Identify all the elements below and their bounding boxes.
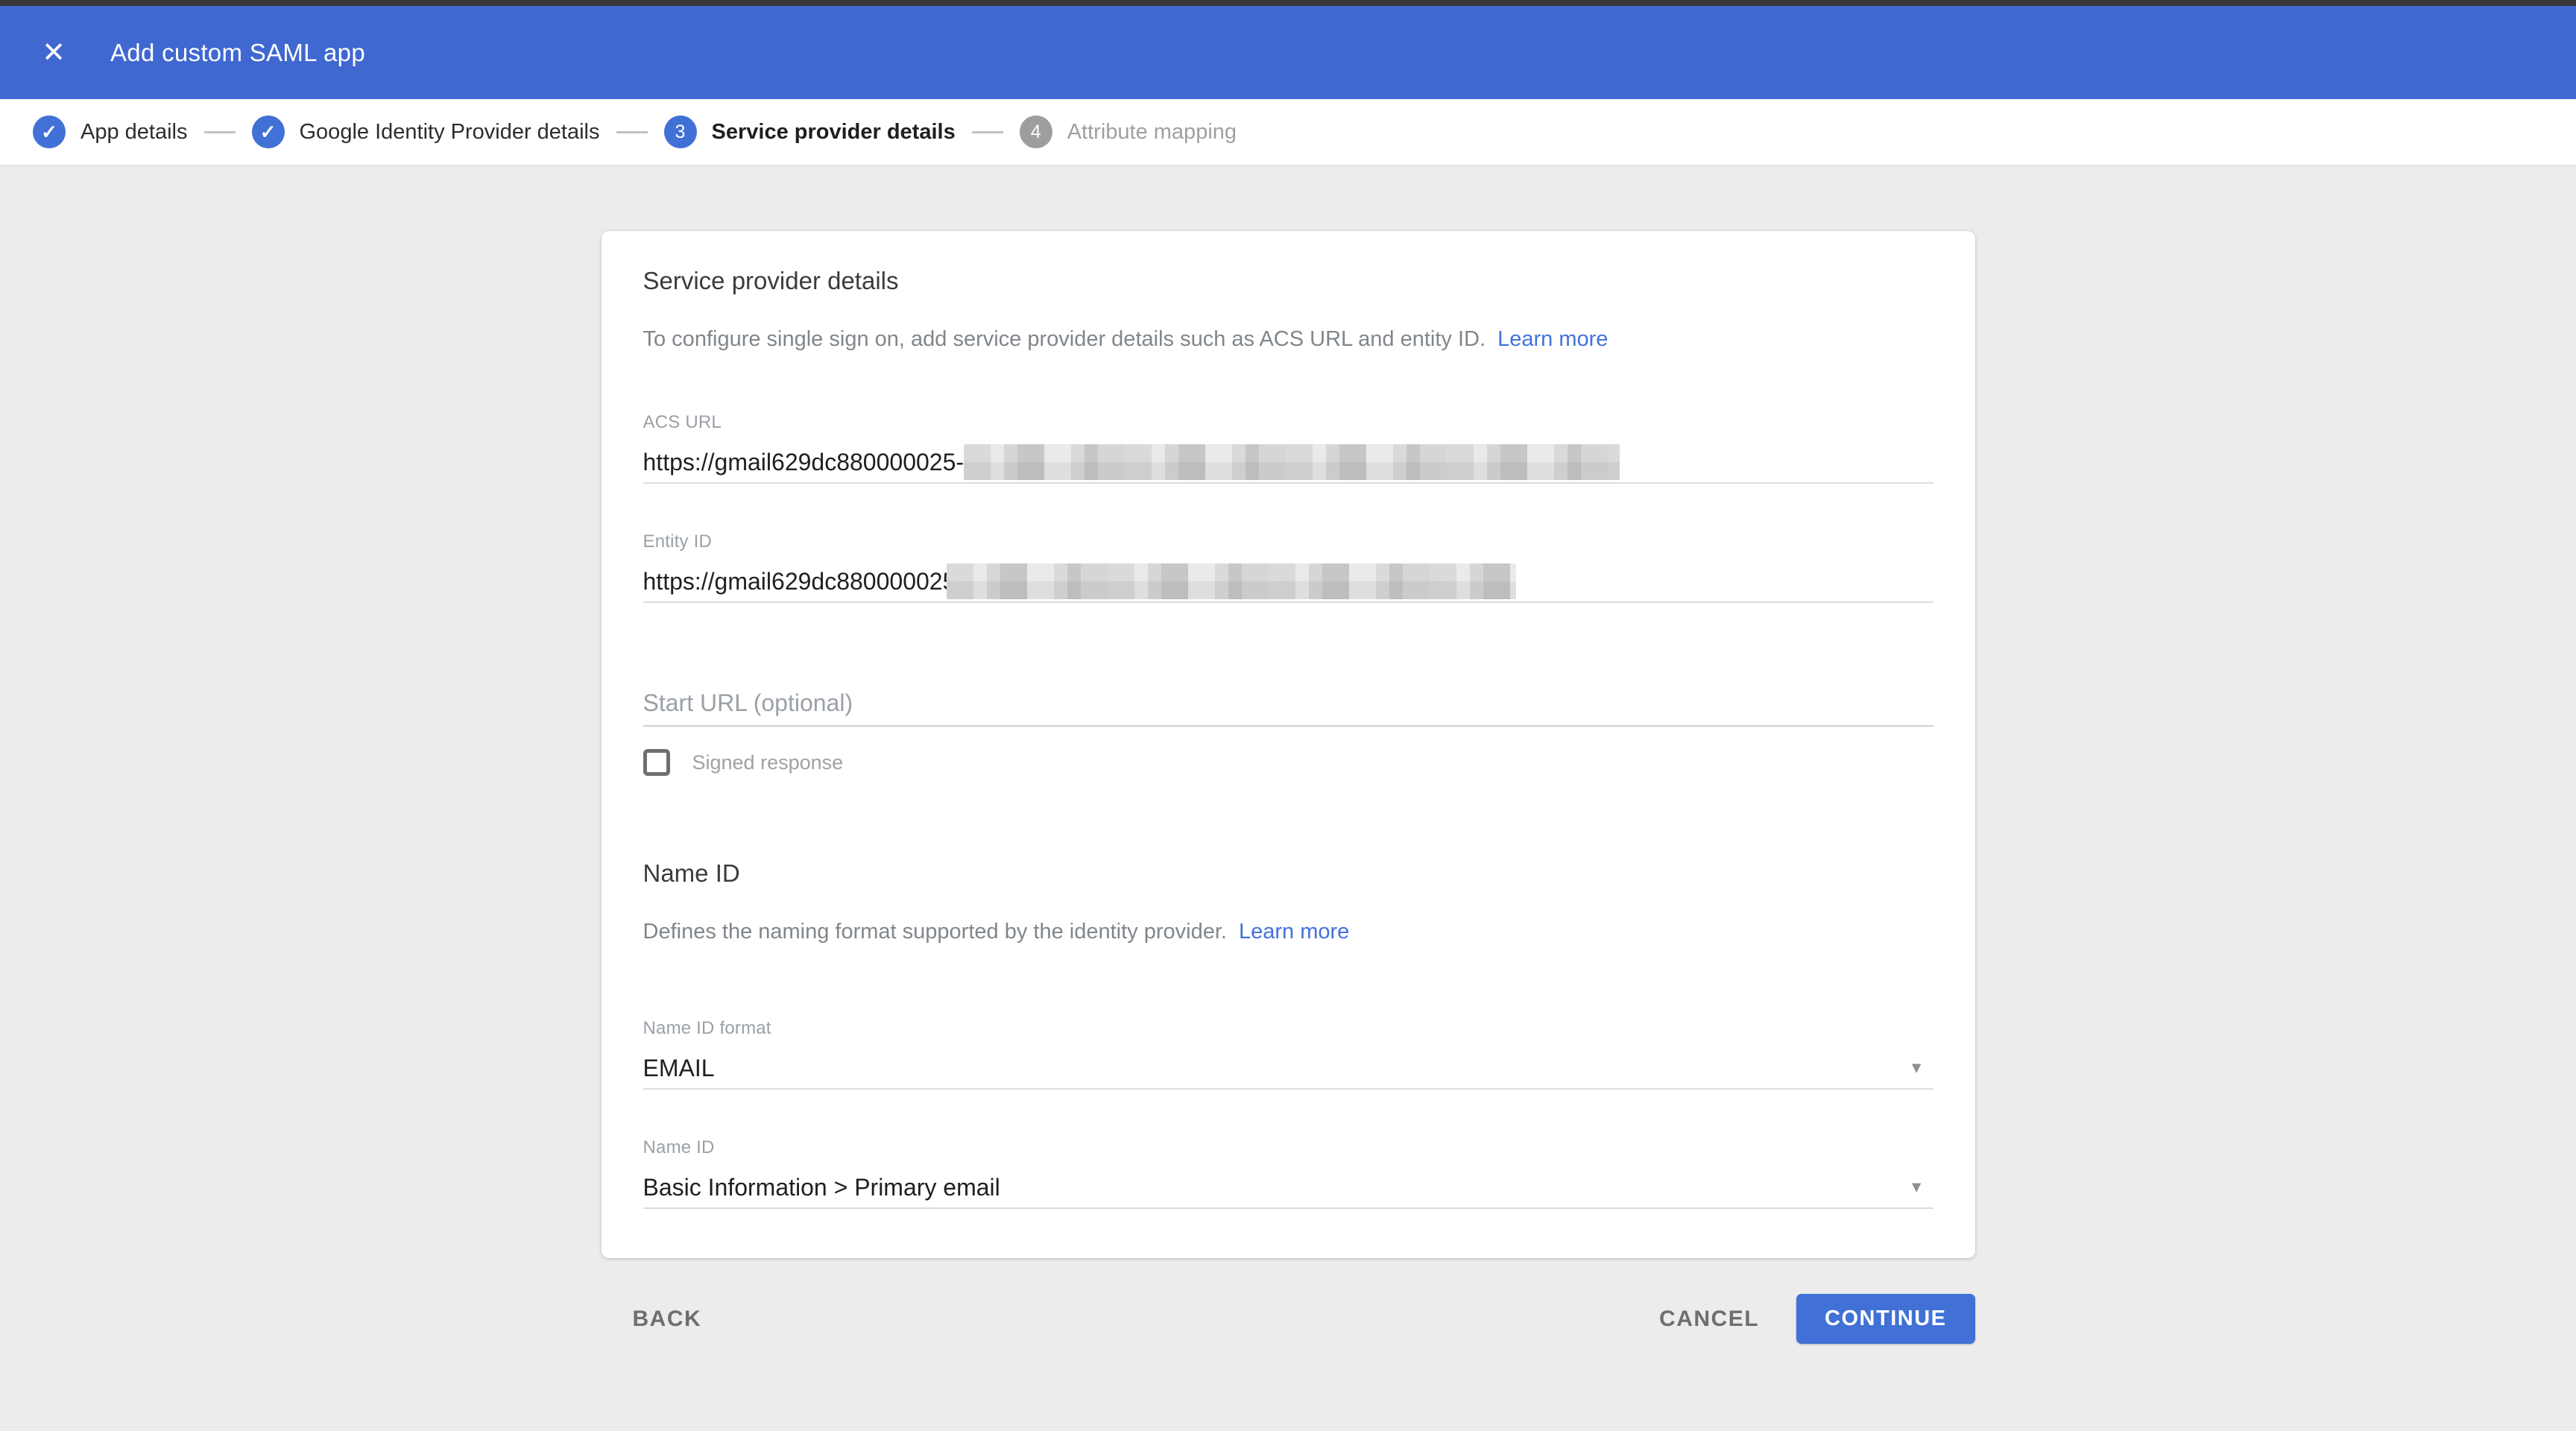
step-google-idp-details[interactable]: ✓ Google Identity Provider details — [252, 116, 600, 148]
back-button[interactable]: BACK — [633, 1307, 702, 1332]
wizard-footer: BACK CANCEL CONTINUE — [602, 1294, 1975, 1344]
signed-response-row: Signed response — [643, 749, 1933, 776]
learn-more-link[interactable]: Learn more — [1239, 920, 1349, 944]
acs-url-field-group: ACS URL https://gmail629dc880000025-c — [643, 412, 1933, 484]
signed-response-checkbox[interactable] — [643, 749, 670, 776]
name-id-format-select[interactable]: EMAIL ▼ — [643, 1048, 1933, 1090]
page-content: Service provider details To configure si… — [0, 165, 2576, 1344]
learn-more-link[interactable]: Learn more — [1497, 327, 1608, 351]
service-provider-card: Service provider details To configure si… — [602, 231, 1975, 1258]
name-id-value: Basic Information > Primary email — [643, 1174, 1000, 1201]
check-icon: ✓ — [41, 122, 57, 142]
app-bar: ✕ Add custom SAML app — [0, 6, 2576, 99]
step-separator — [616, 131, 648, 133]
entity-id-label: Entity ID — [643, 531, 1933, 552]
window-chrome-strip — [0, 0, 2576, 6]
acs-url-label: ACS URL — [643, 412, 1933, 433]
start-url-field-group — [643, 680, 1933, 727]
name-id-format-group: Name ID format EMAIL ▼ — [643, 1018, 1933, 1090]
redaction-blur — [964, 444, 1620, 480]
check-icon: ✓ — [260, 122, 277, 142]
step-complete-circle: ✓ — [33, 116, 66, 148]
chevron-down-icon: ▼ — [1909, 1180, 1925, 1195]
close-icon: ✕ — [42, 32, 66, 74]
signed-response-label: Signed response — [692, 751, 844, 774]
acs-url-input[interactable]: https://gmail629dc880000025-c — [643, 442, 1933, 484]
name-id-description: Defines the naming format supported by t… — [643, 917, 1933, 947]
chevron-down-icon: ▼ — [1909, 1061, 1925, 1076]
acs-url-value: https://gmail629dc880000025-c — [643, 449, 976, 476]
dialog-title: Add custom SAML app — [110, 39, 365, 67]
step-complete-circle: ✓ — [252, 116, 285, 148]
section-heading: Service provider details — [643, 267, 1933, 295]
close-button[interactable]: ✕ — [33, 32, 75, 74]
step-label: Service provider details — [712, 120, 956, 145]
wizard-stepper: ✓ App details ✓ Google Identity Provider… — [0, 99, 2576, 165]
name-id-format-label: Name ID format — [643, 1018, 1933, 1039]
name-id-heading: Name ID — [643, 859, 1933, 888]
section-description: To configure single sign on, add service… — [643, 325, 1933, 354]
redaction-blur — [947, 563, 1516, 599]
step-label: Google Identity Provider details — [300, 120, 600, 145]
step-service-provider-details[interactable]: 3 Service provider details — [664, 116, 956, 148]
step-number-circle: 4 — [1020, 116, 1052, 148]
name-id-label: Name ID — [643, 1137, 1933, 1158]
step-label: App details — [80, 120, 188, 145]
continue-button[interactable]: CONTINUE — [1796, 1294, 1974, 1344]
step-attribute-mapping[interactable]: 4 Attribute mapping — [1020, 116, 1237, 148]
step-number-circle: 3 — [664, 116, 697, 148]
section-description-text: To configure single sign on, add service… — [643, 327, 1486, 351]
entity-id-input[interactable]: https://gmail629dc880000025 — [643, 561, 1933, 603]
entity-id-value: https://gmail629dc880000025 — [643, 568, 956, 596]
step-label: Attribute mapping — [1067, 120, 1237, 145]
start-url-input[interactable] — [643, 689, 1933, 717]
cancel-button[interactable]: CANCEL — [1659, 1307, 1759, 1332]
entity-id-field-group: Entity ID https://gmail629dc880000025 — [643, 531, 1933, 603]
name-id-group: Name ID Basic Information > Primary emai… — [643, 1137, 1933, 1209]
step-separator — [204, 131, 236, 133]
step-separator — [972, 131, 1003, 133]
name-id-description-text: Defines the naming format supported by t… — [643, 920, 1227, 944]
name-id-select[interactable]: Basic Information > Primary email ▼ — [643, 1167, 1933, 1209]
name-id-format-value: EMAIL — [643, 1055, 715, 1082]
step-app-details[interactable]: ✓ App details — [33, 116, 188, 148]
